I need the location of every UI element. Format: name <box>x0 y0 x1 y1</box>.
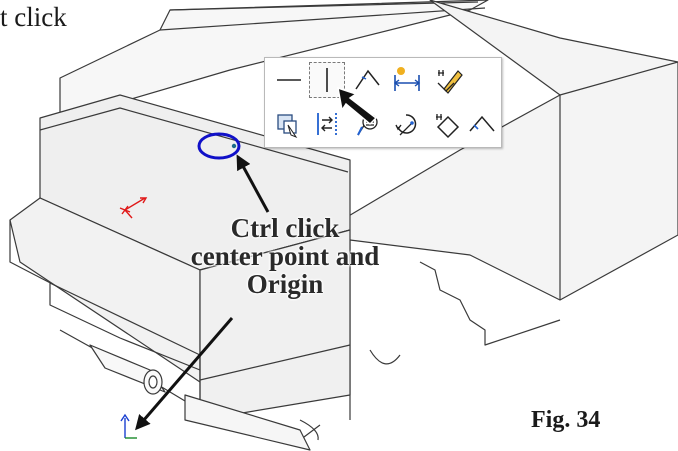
edit-sketch-icon <box>437 70 463 94</box>
top-caption: t click <box>0 2 67 32</box>
sketch-edit-button[interactable] <box>429 106 465 142</box>
copy-entities-button[interactable] <box>271 106 307 142</box>
sketch-rotate-button[interactable] <box>389 106 425 142</box>
context-toolbar <box>264 57 502 148</box>
copy-entities-icon <box>277 114 298 139</box>
callout-line-3: Origin <box>246 269 324 299</box>
horizontal-dimension-button[interactable] <box>389 62 425 98</box>
callout-line-2: center point and <box>190 241 380 271</box>
figure-label: Fig. 34 <box>531 407 601 433</box>
horizontal-relation-icon <box>277 79 301 81</box>
instruction-callout: Ctrl click center point and Origin <box>150 214 420 298</box>
callout-line-1: Ctrl click <box>230 213 340 243</box>
sketch-rotate-icon <box>395 114 417 136</box>
horizontal-relation-button[interactable] <box>271 62 307 98</box>
angle-icon <box>469 115 495 132</box>
horizontal-dimension-icon <box>393 67 421 91</box>
sketch-edit-icon <box>436 114 460 139</box>
origin-triad-bottom[interactable] <box>120 413 137 439</box>
center-point[interactable] <box>231 143 237 149</box>
angle-button[interactable] <box>463 106 499 142</box>
edit-sketch-button[interactable] <box>431 62 467 98</box>
mouse-pointer-icon <box>337 86 378 126</box>
